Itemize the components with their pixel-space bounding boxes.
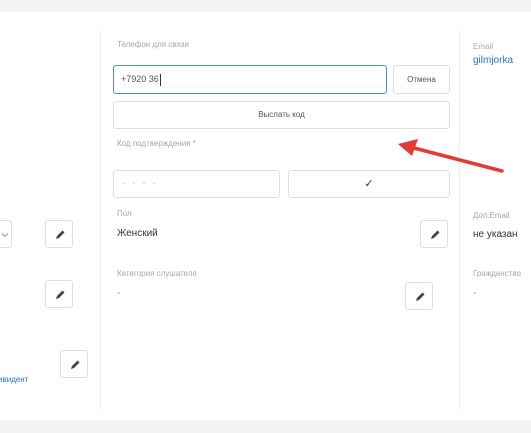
gender-value: Женский (117, 228, 158, 239)
edit-left-field-button[interactable] (45, 220, 73, 248)
phone-input[interactable]: +7920 36 (113, 65, 387, 94)
page: Телефон для связи +7920 36 Отмена Выслат… (0, 0, 531, 433)
citizenship-value: - (473, 288, 477, 299)
column-divider (100, 30, 101, 410)
confirm-code-button[interactable]: ✓ (288, 170, 450, 198)
citizenship-label: Гражданство (473, 269, 521, 278)
profile-panel: Телефон для связи +7920 36 Отмена Выслат… (0, 12, 531, 420)
confirmation-code-input[interactable]: - - - - (113, 170, 280, 198)
edit-category-button[interactable] (405, 282, 433, 310)
confirmation-code-label: Код подтверждения * (117, 139, 196, 148)
gender-label: Пол (117, 209, 132, 218)
email-label: Email (473, 42, 494, 51)
extra-email-value: не указан (473, 229, 518, 240)
text-caret (159, 73, 161, 86)
extra-email-label: Доп.Email (473, 211, 510, 220)
edit-left-field-button[interactable] (60, 350, 88, 378)
pencil-icon (56, 230, 65, 239)
phone-value: +7920 36 (121, 74, 159, 84)
send-code-button[interactable]: Выслать код (113, 101, 450, 129)
phone-label: Телефон для связи (117, 40, 189, 49)
edit-left-field-button[interactable] (45, 280, 73, 308)
category-value: - (117, 288, 121, 299)
cancel-button[interactable]: Отмена (393, 65, 450, 94)
category-label: Категория слушателя (117, 269, 197, 278)
column-divider (459, 30, 460, 410)
left-link[interactable]: ивидент (0, 375, 28, 384)
edit-gender-button[interactable] (420, 220, 448, 248)
pencil-icon (431, 230, 440, 239)
pencil-icon (71, 360, 80, 369)
chevron-icon (1, 233, 9, 238)
email-value[interactable]: gilmjorka (473, 55, 513, 66)
check-icon: ✓ (364, 178, 374, 190)
pencil-icon (416, 292, 425, 301)
left-select-field[interactable] (0, 220, 12, 248)
pencil-icon (56, 290, 65, 299)
